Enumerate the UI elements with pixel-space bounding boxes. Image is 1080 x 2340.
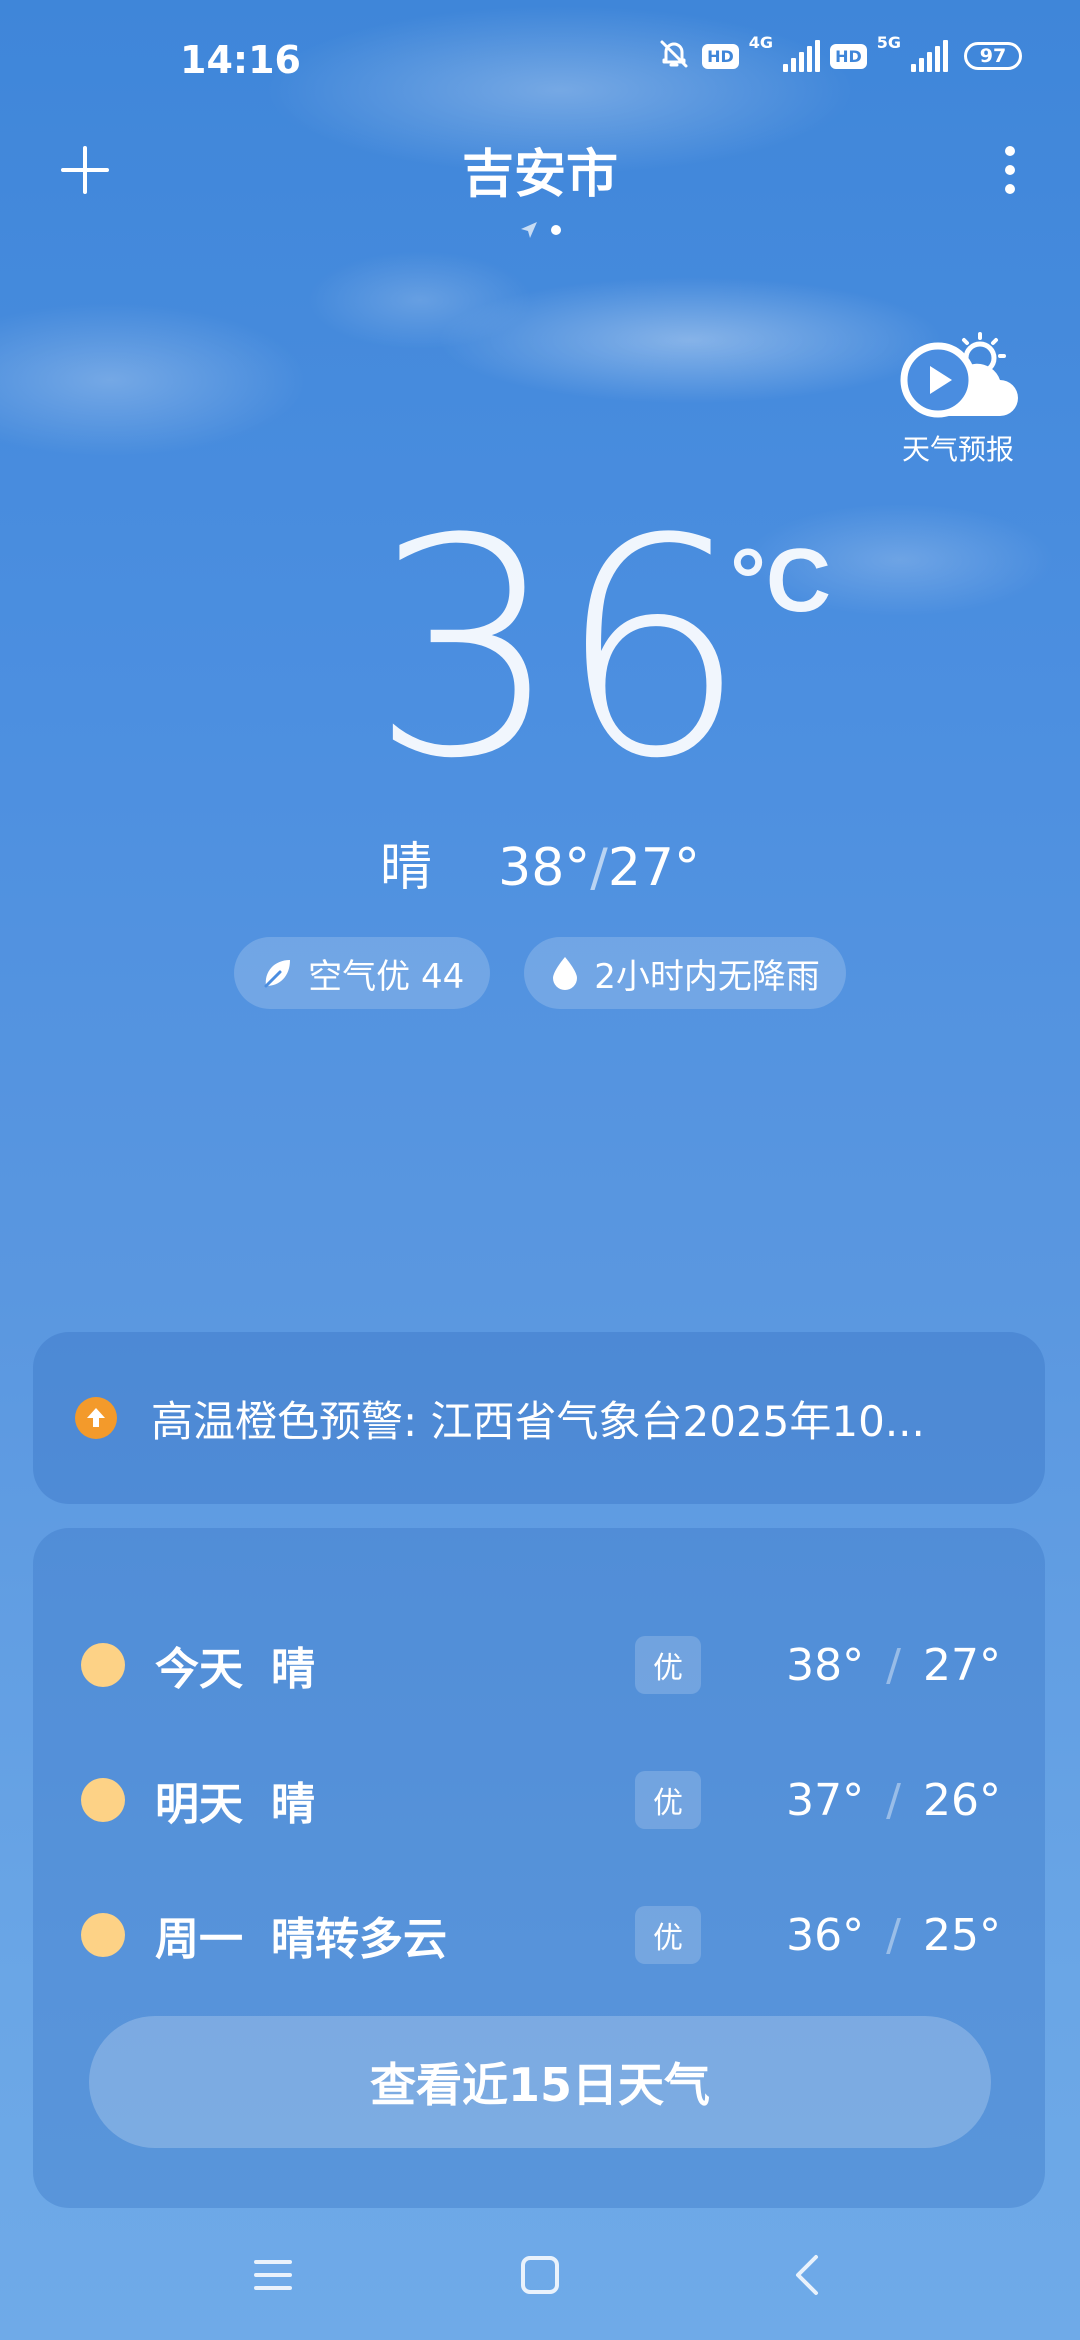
aq-badge: 优 [635, 1636, 701, 1694]
today-low: 27° [607, 838, 700, 898]
hd-badge-2: HD [830, 43, 867, 69]
sunny-icon [81, 1913, 125, 1957]
day-condition: 晴 [271, 1779, 315, 1830]
rain-forecast-pill[interactable]: 2小时内无降雨 [524, 937, 846, 1009]
aq-badge: 优 [635, 1771, 701, 1829]
day-condition: 晴转多云 [271, 1914, 447, 1965]
forecast-row-today[interactable]: 今天 晴 优 38° / 27° [33, 1620, 1045, 1710]
temp-separator: / [590, 838, 608, 898]
aq-badge: 优 [635, 1906, 701, 1964]
home-button[interactable] [500, 2235, 580, 2315]
status-icons: HD 4G HD 5G 97 [656, 32, 1022, 76]
back-button[interactable] [767, 2235, 847, 2315]
day-high: 36° [786, 1909, 865, 1961]
menu-icon [254, 2260, 293, 2290]
day-label: 今天 [155, 1644, 243, 1695]
home-square-icon [520, 2256, 559, 2294]
temp-separator: / [886, 1774, 901, 1826]
more-dot [1005, 184, 1015, 194]
day-temps: 36° / 25° [786, 1910, 1001, 1961]
temp-separator: / [886, 1909, 901, 1961]
current-condition: 晴 [379, 838, 432, 898]
forecast-row-monday[interactable]: 周一 晴转多云 优 36° / 25° [33, 1890, 1045, 1980]
forecast-row-tomorrow[interactable]: 明天 晴 优 37° / 26° [33, 1755, 1045, 1845]
current-temperature: 36 [370, 475, 748, 824]
day-low: 25° [923, 1909, 1001, 1961]
day-condition: 晴 [271, 1644, 315, 1695]
today-high: 38° [498, 838, 591, 898]
condition-line: 晴 38°/27° [0, 825, 1080, 900]
battery-indicator: 97 [964, 42, 1022, 70]
daily-forecast-card: 今天 晴 优 38° / 27° 明天 晴 优 37° / 26° 周一 晴转多… [33, 1528, 1045, 2208]
day-label: 明天 [155, 1779, 243, 1830]
signal-icon-1 [783, 40, 821, 72]
day-high: 37° [786, 1774, 865, 1826]
day-low: 27° [923, 1639, 1001, 1691]
air-quality-text: 空气优 44 [308, 956, 465, 997]
weather-forecast-video-button[interactable]: 天气预报 [888, 330, 1028, 470]
alert-text: 高温橙色预警: 江西省气象台2025年10... [151, 1396, 925, 1446]
play-sun-cloud-icon [900, 332, 1018, 418]
more-dot [1005, 165, 1015, 175]
status-time: 14:16 [180, 38, 301, 82]
day-high: 38° [786, 1639, 865, 1691]
info-pills: 空气优 44 2小时内无降雨 [0, 937, 1080, 1009]
location-arrow-icon [521, 222, 537, 238]
menu-button[interactable] [233, 2235, 313, 2315]
system-nav-bar [0, 2230, 1080, 2320]
sunny-icon [81, 1778, 125, 1822]
sunny-icon [81, 1643, 125, 1687]
more-options-button[interactable] [980, 135, 1040, 205]
signal-icon-2 [911, 40, 948, 72]
view-15-day-button[interactable]: 查看近15日天气 [89, 2016, 991, 2148]
day-temps: 38° / 27° [786, 1640, 1001, 1691]
leaf-icon [264, 960, 291, 988]
network-type-2: 5G [876, 32, 901, 52]
back-chevron-icon [795, 2255, 818, 2295]
silent-bell-icon [656, 36, 692, 76]
network-type-1: 4G [748, 32, 774, 52]
page-indicators [0, 220, 1080, 240]
water-drop-icon [553, 957, 578, 990]
temperature-unit: °C [730, 531, 831, 631]
more-dot [1005, 146, 1015, 156]
day-low: 26° [923, 1774, 1001, 1826]
city-name[interactable]: 吉安市 [0, 132, 1080, 207]
weather-alert-card[interactable]: 高温橙色预警: 江西省气象台2025年10... [33, 1332, 1045, 1504]
air-quality-pill[interactable]: 空气优 44 [234, 937, 491, 1009]
page-dot [551, 225, 561, 235]
temp-separator: / [886, 1639, 901, 1691]
alert-arrow-icon [75, 1397, 117, 1439]
day-temps: 37° / 26° [786, 1775, 1001, 1826]
hd-badge-1: HD [702, 43, 739, 69]
day-label: 周一 [155, 1914, 243, 1965]
forecast-label: 天气预报 [901, 433, 1014, 466]
rain-text: 2小时内无降雨 [594, 956, 820, 997]
